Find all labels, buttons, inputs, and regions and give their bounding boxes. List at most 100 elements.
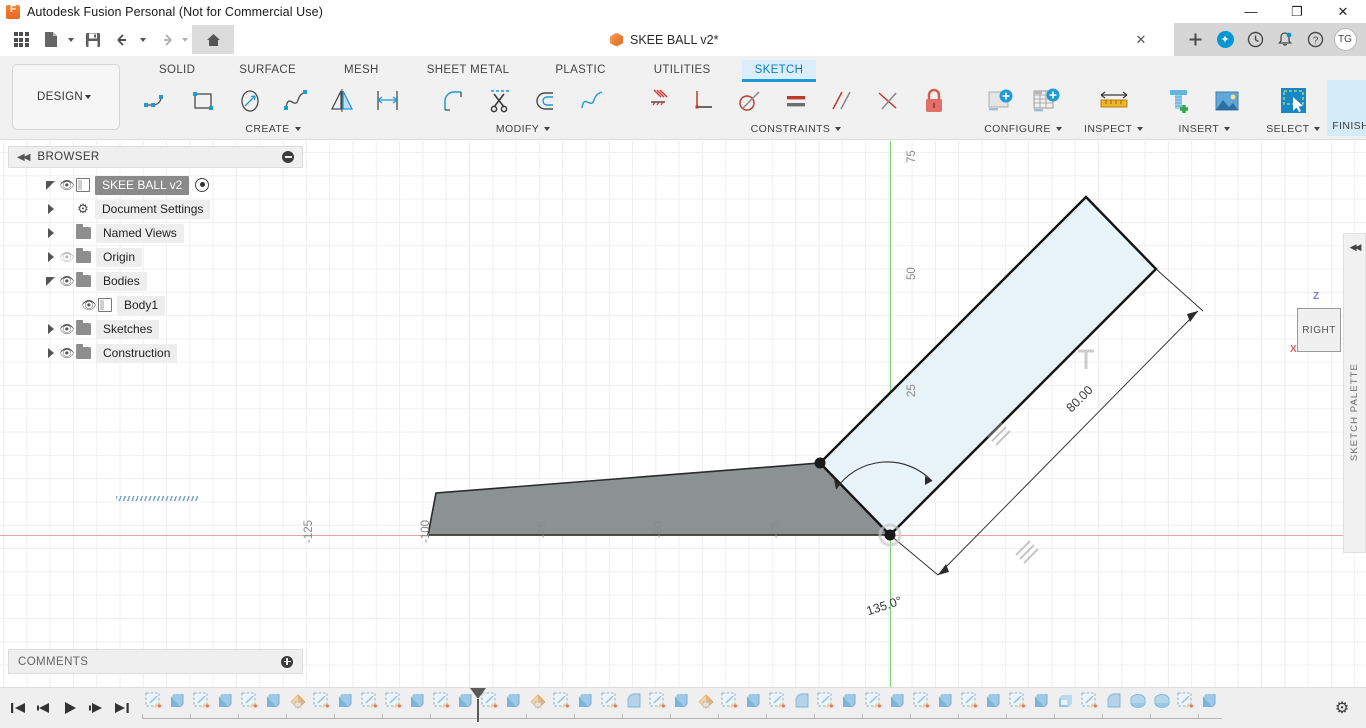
tab-surface[interactable]: SURFACE — [226, 60, 309, 82]
undo-button[interactable] — [108, 25, 150, 55]
timeline-feature-sketch[interactable] — [382, 690, 406, 716]
document-tab[interactable]: SKEE BALL v2* — [600, 23, 728, 56]
timeline-feature-sketch[interactable] — [646, 690, 670, 716]
timeline-feature-sketch[interactable] — [310, 690, 334, 716]
timeline-feature-shell[interactable] — [1054, 690, 1078, 716]
offset-icon[interactable] — [524, 81, 568, 121]
user-avatar[interactable]: TG — [1330, 23, 1360, 56]
timeline-feature-extrude[interactable] — [1030, 690, 1054, 716]
job-status-icon[interactable] — [1240, 23, 1270, 56]
panel-title-insert[interactable]: INSERT — [1153, 122, 1255, 136]
timeline-feature-sketch[interactable] — [910, 690, 934, 716]
timeline-feature-revolve[interactable] — [1150, 690, 1174, 716]
timeline-feature-plane[interactable] — [526, 690, 550, 716]
tree-item-construction[interactable]: 👁 Construction — [8, 341, 303, 365]
timeline-feature-extrude[interactable] — [334, 690, 358, 716]
expander-open-icon[interactable] — [44, 274, 58, 288]
add-tab-icon[interactable] — [1180, 23, 1210, 56]
extensions-icon[interactable]: ✦ — [1210, 23, 1240, 56]
visibility-eye-icon[interactable]: 👁 — [58, 178, 76, 192]
undo-icon[interactable] — [108, 25, 138, 55]
tree-item-body1[interactable]: 👁 Body1 — [8, 293, 303, 317]
chevron-down-icon[interactable] — [544, 127, 551, 131]
visibility-eye-icon[interactable]: 👁 — [58, 322, 76, 336]
mirror-icon[interactable] — [320, 81, 364, 121]
panel-title-finish-sketch[interactable]: FINISH SKETCH — [1327, 120, 1366, 132]
vertical-horizontal-icon[interactable] — [682, 81, 726, 121]
tree-item-bodies[interactable]: 👁 Bodies — [8, 269, 303, 293]
minus-circle-icon[interactable] — [282, 151, 294, 163]
expander-open-icon[interactable] — [44, 178, 58, 192]
tree-item-named-views[interactable]: Named Views — [8, 221, 303, 245]
step-back-icon[interactable] — [32, 696, 56, 720]
collapse-left-icon[interactable]: ◀◀ — [17, 152, 30, 163]
timeline-playhead[interactable] — [470, 688, 486, 722]
chevron-down-icon[interactable] — [835, 127, 842, 131]
timeline-feature-sketch[interactable] — [550, 690, 574, 716]
finish-sketch-button[interactable]: FINISH SKETCH — [1327, 80, 1366, 136]
panel-title-constraints[interactable]: CONSTRAINTS — [630, 122, 962, 136]
skip-to-start-icon[interactable] — [6, 696, 30, 720]
timeline-feature-extrude[interactable] — [670, 690, 694, 716]
timeline-feature-extrude[interactable] — [742, 690, 766, 716]
equal-icon[interactable] — [774, 81, 818, 121]
timeline-feature-extrude[interactable] — [838, 690, 862, 716]
chevron-down-icon[interactable] — [140, 37, 146, 42]
perpendicular-icon[interactable] — [866, 81, 910, 121]
select-cursor-icon[interactable] — [1271, 81, 1315, 121]
timeline-feature-sketch[interactable] — [142, 690, 166, 716]
maximize-button[interactable]: ❐ — [1274, 0, 1320, 23]
timeline-feature-sketch[interactable] — [430, 690, 454, 716]
tab-sheet-metal[interactable]: SHEET METAL — [414, 60, 523, 82]
tree-item-sketches[interactable]: 👁 Sketches — [8, 317, 303, 341]
view-cube-face[interactable]: RIGHT — [1297, 308, 1341, 352]
timeline-feature-fillet[interactable] — [790, 690, 814, 716]
lock-icon[interactable] — [912, 81, 956, 121]
timeline-feature-fillet[interactable] — [622, 690, 646, 716]
parallel-icon[interactable] — [820, 81, 864, 121]
expander-closed-icon[interactable] — [44, 202, 58, 216]
skip-to-end-icon[interactable] — [110, 696, 134, 720]
timeline-feature-sketch[interactable] — [862, 690, 886, 716]
chevron-down-icon[interactable] — [1137, 127, 1144, 131]
tab-utilities[interactable]: UTILITIES — [641, 60, 724, 82]
timeline-feature-extrude[interactable] — [982, 690, 1006, 716]
timeline-feature-sketch[interactable] — [238, 690, 262, 716]
timeline-feature-fillet[interactable] — [1102, 690, 1126, 716]
timeline-feature-sketch[interactable] — [814, 690, 838, 716]
timeline-feature-extrude[interactable] — [1198, 690, 1222, 716]
timeline-feature-sketch[interactable] — [958, 690, 982, 716]
collapse-right-icon[interactable]: ◀◀ — [1350, 242, 1362, 253]
insert-canvas-icon[interactable] — [1205, 81, 1249, 121]
chevron-down-icon[interactable] — [1224, 127, 1231, 131]
design-canvas[interactable]: 135.0° 80.00 -125 -100 -75 -50 -25 75 50… — [0, 141, 1366, 687]
visibility-eye-icon[interactable]: 👁 — [58, 274, 76, 288]
timeline-feature-sketch[interactable] — [718, 690, 742, 716]
trim-scissors-icon[interactable] — [478, 81, 522, 121]
timeline-feature-extrude[interactable] — [166, 690, 190, 716]
chevron-down-icon[interactable] — [1314, 127, 1321, 131]
chevron-down-icon[interactable] — [182, 37, 188, 42]
configure-table-icon[interactable] — [1024, 81, 1068, 121]
tab-plastic[interactable]: PLASTIC — [542, 60, 618, 82]
new-file-button[interactable] — [36, 25, 78, 55]
timeline-feature-plane[interactable] — [694, 690, 718, 716]
document-tab-close-icon[interactable]: ✕ — [1130, 23, 1152, 56]
fillet-icon[interactable] — [432, 81, 476, 121]
rectangle-icon[interactable] — [182, 81, 226, 121]
timeline-feature-extrude[interactable] — [406, 690, 430, 716]
step-forward-icon[interactable] — [84, 696, 108, 720]
save-icon[interactable] — [78, 25, 108, 55]
app-grid-icon[interactable] — [6, 25, 36, 55]
timeline-feature-extrude[interactable] — [574, 690, 598, 716]
workspace-switcher[interactable]: DESIGN — [12, 64, 120, 130]
tree-item-document-settings[interactable]: ⚙ Document Settings — [8, 197, 303, 221]
comments-panel[interactable]: COMMENTS — [8, 649, 303, 674]
chevron-down-icon[interactable] — [84, 95, 91, 99]
expander-closed-icon[interactable] — [44, 346, 58, 360]
timeline-feature-plane[interactable] — [286, 690, 310, 716]
help-icon[interactable]: ? — [1300, 23, 1330, 56]
insert-mcmaster-icon[interactable] — [1159, 81, 1203, 121]
fix-ground-icon[interactable] — [636, 81, 680, 121]
redo-icon[interactable] — [150, 25, 180, 55]
